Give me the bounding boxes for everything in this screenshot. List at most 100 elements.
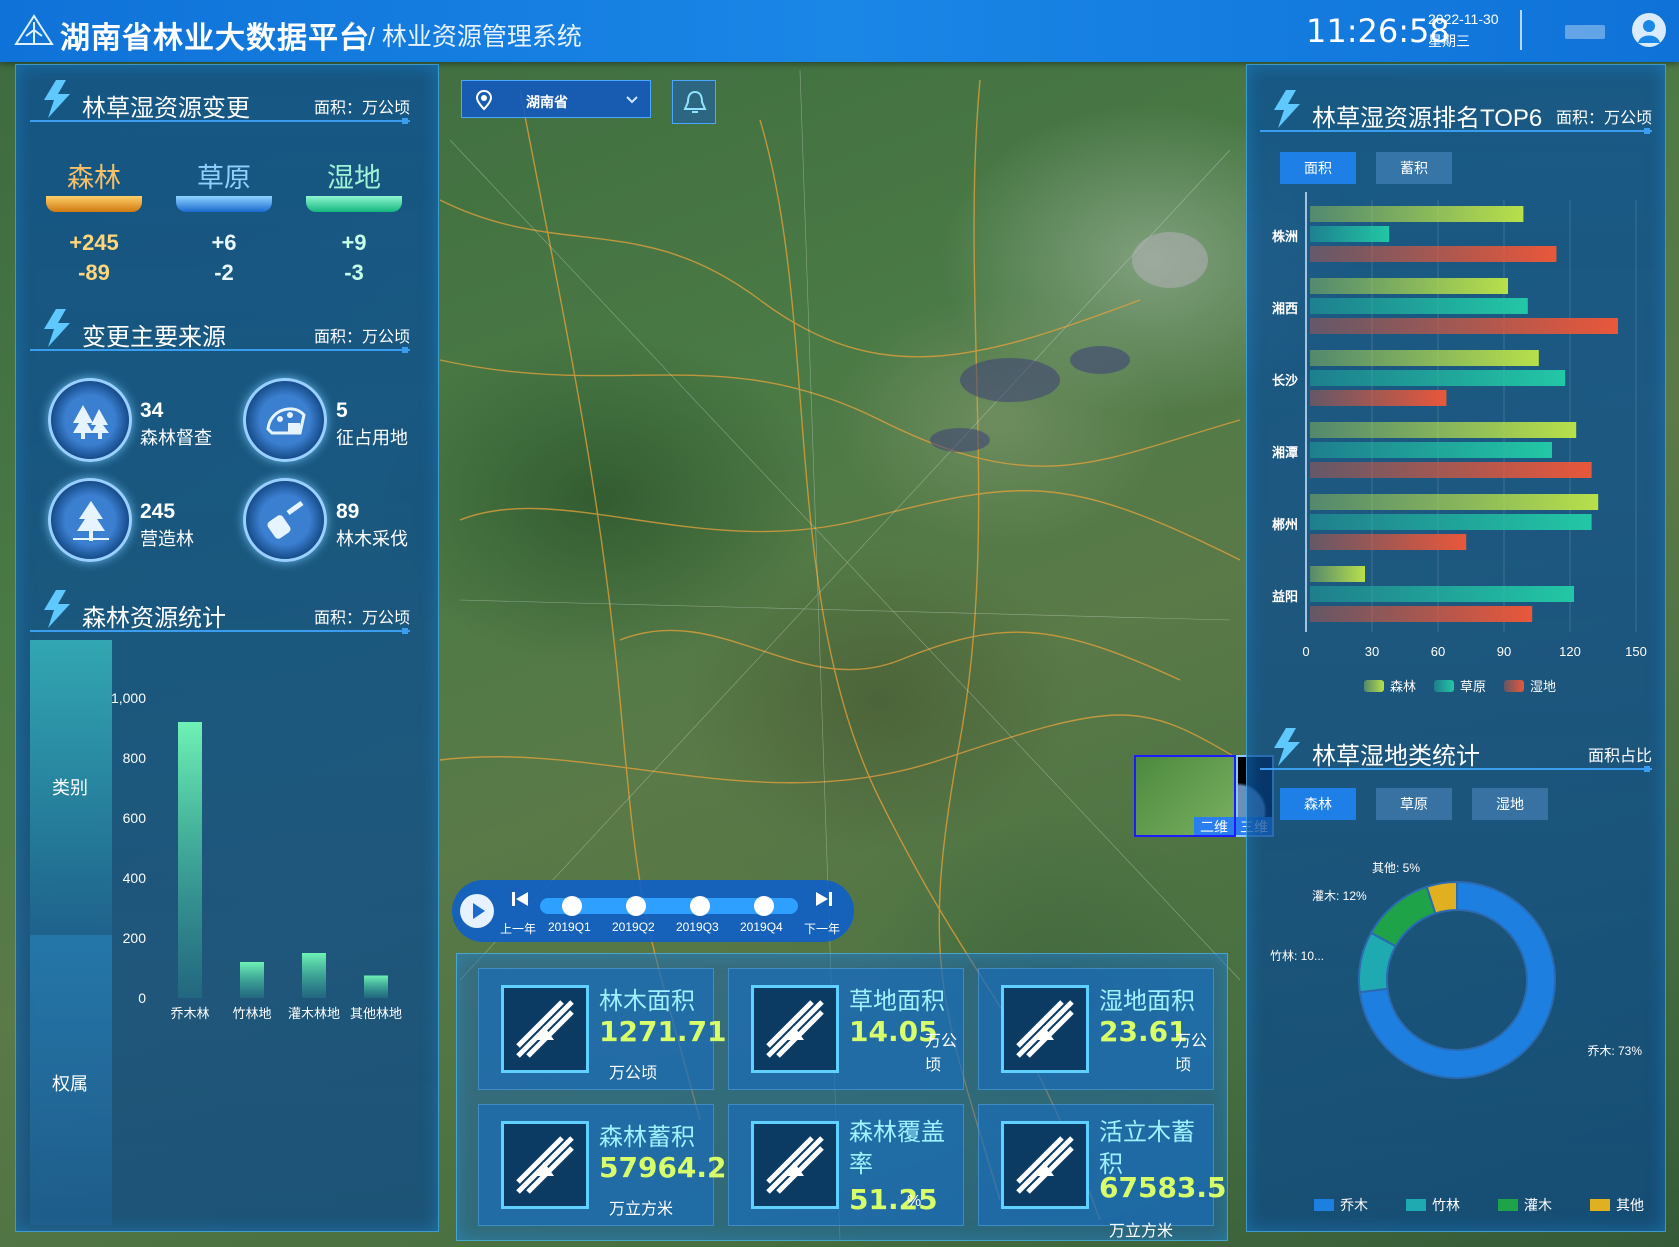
location-pin-icon (475, 89, 493, 111)
category-label: 森林 (67, 163, 121, 193)
rank-bar (1310, 206, 1524, 222)
tab-area[interactable]: 面积 (1280, 152, 1356, 184)
forest-bar (240, 962, 264, 998)
side-tab-ownership[interactable]: 权属 (30, 935, 112, 1225)
legend-swatch (1314, 1199, 1334, 1211)
category-wetland[interactable]: 湿地 +9 -3 (300, 150, 408, 285)
stat-icon (501, 985, 589, 1073)
username-blurred[interactable] (1565, 25, 1605, 39)
rank-bar (1310, 606, 1533, 622)
y-tick-label: 郴州 (1272, 517, 1298, 532)
rank-bar (1310, 246, 1557, 262)
y-tick-label: 湘西 (1272, 301, 1298, 316)
stat-card[interactable]: 林木面积 1271.71 万公顷 (478, 968, 727, 1090)
section-bolt-icon (44, 309, 70, 347)
play-icon (473, 903, 485, 919)
source-label: 营造林 (140, 529, 194, 549)
stat-icon (751, 985, 839, 1073)
x-tick-label: 乔木林 (170, 1006, 209, 1020)
side-tab-label: 权属 (52, 1074, 88, 1094)
slice-label: 乔木: 73% (1587, 1044, 1642, 1058)
prev-year-button[interactable]: 上一年 (498, 886, 540, 938)
section-bolt-icon (44, 80, 70, 118)
stat-card[interactable]: 草地面积 14.05 万公顷 (728, 968, 964, 1090)
system-subtitle: / 林业资源管理系统 (368, 23, 582, 51)
source-label: 征占用地 (336, 428, 408, 448)
stat-card[interactable]: 森林覆盖率 51.25% (728, 1104, 964, 1226)
chevron-down-icon (626, 96, 638, 104)
timeline-stop[interactable] (626, 896, 646, 916)
timeline-stop[interactable] (562, 896, 582, 916)
x-tick-label: 其他林地 (350, 1006, 402, 1020)
next-year-button[interactable]: 下一年 (800, 886, 848, 938)
rank-bar (1310, 422, 1577, 438)
mode-2d-tile[interactable]: 二维 (1134, 755, 1236, 837)
logging-icon[interactable] (243, 478, 327, 562)
legend-label: 其他 (1616, 1197, 1644, 1213)
x-tick-label: 30 (1365, 644, 1379, 659)
region-dropdown[interactable]: 湖南省 (461, 80, 651, 118)
forest-bar (178, 722, 202, 998)
quarter-label: 2019Q4 (740, 920, 783, 934)
category-forest[interactable]: 森林 +245 -89 (40, 150, 148, 285)
quarter-label: 2019Q2 (612, 920, 655, 934)
quarter-label: 2019Q3 (676, 920, 719, 934)
tab-volume[interactable]: 蓄积 (1376, 152, 1452, 184)
land-icon[interactable] (243, 378, 327, 462)
app-title: 湖南省林业大数据平台 (60, 22, 370, 55)
timeline-stop[interactable] (690, 896, 710, 916)
change-plus-value: +9 (341, 230, 367, 255)
x-tick-label: 120 (1559, 644, 1581, 659)
stat-unit: % (907, 1193, 922, 1210)
stat-unit: 万公顷 (925, 1033, 958, 1074)
rank-bar (1310, 298, 1528, 314)
category-bar (176, 196, 272, 212)
stat-value: 57964.2 (599, 1151, 727, 1184)
stat-card[interactable]: 活立木蓄积 67583.5 万立方米 (978, 1104, 1227, 1240)
user-avatar-icon[interactable] (1632, 13, 1666, 47)
play-button[interactable] (460, 894, 494, 928)
side-tab-label: 类别 (52, 778, 88, 798)
y-tick-label: 600 (123, 810, 147, 826)
rank-bar (1310, 318, 1618, 334)
planting-icon[interactable] (48, 478, 132, 562)
category-grassland[interactable]: 草原 +6 -2 (170, 150, 278, 285)
y-tick-label: 200 (123, 930, 147, 946)
change-minus-value: -3 (344, 260, 364, 285)
rank-bar (1310, 350, 1539, 366)
bell-icon (683, 90, 707, 113)
stat-name: 森林蓄积 (599, 1124, 695, 1151)
landclass-section-header: 林草湿地类统计 面积占比 (1260, 728, 1652, 772)
legend-label: 竹林 (1432, 1197, 1460, 1213)
slice-label: 其他: 5% (1372, 861, 1420, 875)
y-tick-label: 湘潭 (1272, 445, 1298, 460)
y-tick-label: 400 (123, 870, 147, 886)
forest-icon[interactable] (48, 378, 132, 462)
skip-back-icon (512, 892, 528, 906)
category-label: 草原 (197, 163, 251, 193)
header-dot (1644, 766, 1650, 772)
source-label: 森林督查 (140, 428, 212, 448)
tab-forest[interactable]: 森林 (1280, 788, 1356, 820)
rank-bar (1310, 586, 1574, 602)
stat-value: 67583.5 (1099, 1171, 1227, 1204)
stat-name: 森林覆盖率 (849, 1119, 945, 1178)
tab-wetland[interactable]: 湿地 (1472, 788, 1548, 820)
mode-2d-label: 二维 (1194, 817, 1234, 835)
y-tick-label: 益阳 (1272, 589, 1298, 604)
x-tick-label: 灌木林地 (288, 1006, 340, 1020)
tab-grassland[interactable]: 草原 (1376, 788, 1452, 820)
legend-swatch (1504, 680, 1524, 692)
change-plus-value: +245 (69, 230, 119, 255)
stat-card[interactable]: 湿地面积 23.61 万公顷 (978, 968, 1214, 1090)
stat-card[interactable]: 森林蓄积 57964.2 万立方米 (478, 1104, 727, 1226)
forest-stats-section-title: 森林资源统计 (82, 605, 226, 632)
stat-icon (501, 1121, 589, 1209)
landclass-donut-chart: 乔木: 73% 竹林: 10... 灌木: 12% 其他: 5% 乔木 竹林 灌木 其他 (1270, 861, 1644, 1213)
legend-label: 灌木 (1524, 1197, 1552, 1213)
alarm-button[interactable] (672, 80, 716, 124)
side-tab-category[interactable]: 类别 (30, 640, 112, 935)
legend-label: 乔木 (1340, 1197, 1368, 1213)
source-value: 245 (140, 500, 176, 523)
timeline-stop[interactable] (754, 896, 774, 916)
